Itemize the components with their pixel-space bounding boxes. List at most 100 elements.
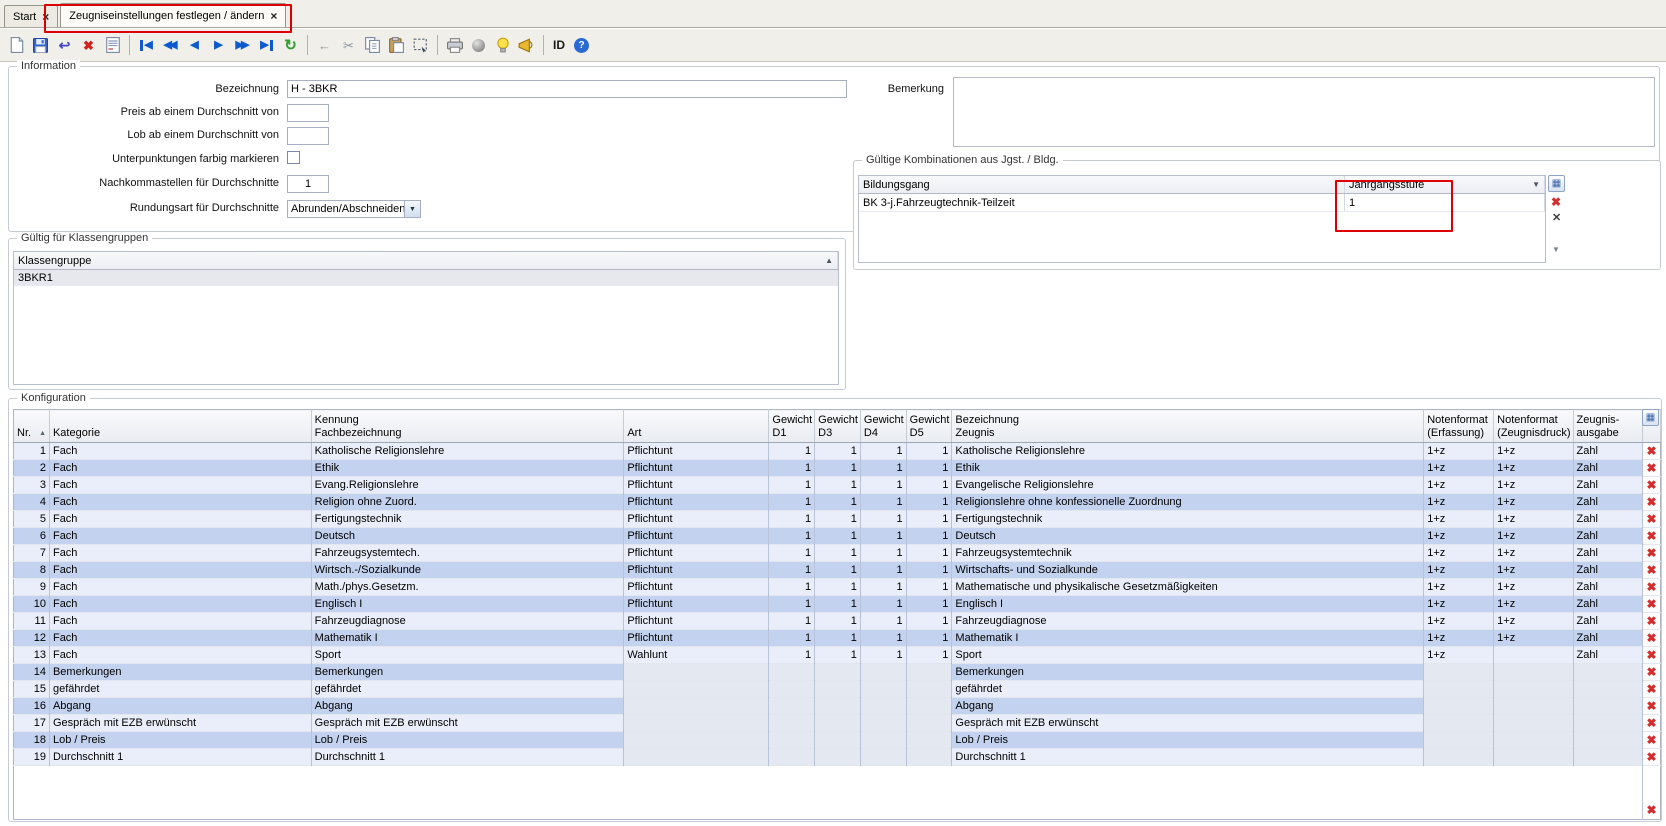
config-cell[interactable]: 1 <box>769 647 815 664</box>
config-cell[interactable]: 1 <box>906 477 952 494</box>
column-header-nr[interactable]: Nr.▲ <box>14 410 50 443</box>
delete-row-icon[interactable]: ✖ <box>1551 196 1561 208</box>
nav-fast-back-icon[interactable]: ◀◀ <box>159 34 182 57</box>
config-cell[interactable]: Pflichtunt <box>624 477 769 494</box>
config-cell[interactable]: 3 <box>14 477 50 494</box>
config-cell[interactable] <box>906 664 952 681</box>
delete-row-icon[interactable]: ✖ <box>1647 803 1657 817</box>
config-cell[interactable] <box>1494 715 1573 732</box>
config-cell[interactable]: Bemerkungen <box>49 664 311 681</box>
column-header-kennung[interactable]: KennungFachbezeichnung <box>311 410 624 443</box>
kombinationen-row[interactable]: BK 3-j.Fahrzeugtechnik-Teilzeit 1 <box>859 194 1545 212</box>
delete-row-icon[interactable]: ✖ <box>1647 682 1657 696</box>
config-cell[interactable] <box>860 715 906 732</box>
config-cell[interactable]: Wirtschafts- und Sozialkunde <box>952 562 1424 579</box>
config-cell[interactable]: 1+z <box>1424 630 1494 647</box>
config-cell[interactable]: Math./phys.Gesetzm. <box>311 579 624 596</box>
config-cell[interactable]: Durchschnitt 1 <box>49 749 311 766</box>
config-cell[interactable]: Wahlunt <box>624 647 769 664</box>
config-cell[interactable]: Abgang <box>952 698 1424 715</box>
config-row[interactable]: 5FachFertigungstechnikPflichtunt1111Fert… <box>14 511 1661 528</box>
sphere-icon[interactable] <box>467 34 490 57</box>
config-row[interactable]: 19Durchschnitt 1Durchschnitt 1Durchschni… <box>14 749 1661 766</box>
config-cell[interactable]: Fach <box>49 596 311 613</box>
config-cell[interactable]: Fach <box>49 511 311 528</box>
bulb-icon[interactable] <box>491 34 514 57</box>
config-cell[interactable]: 1 <box>860 579 906 596</box>
config-cell[interactable]: gefährdet <box>311 681 624 698</box>
delete-row-icon[interactable]: ✖ <box>1647 750 1657 764</box>
config-cell[interactable]: 1+z <box>1494 494 1573 511</box>
config-cell[interactable]: 1 <box>815 460 861 477</box>
config-row[interactable]: 13FachSportWahlunt1111Sport1+zZahl✖ <box>14 647 1661 664</box>
config-cell[interactable]: Zahl <box>1573 647 1643 664</box>
config-cell[interactable]: Fach <box>49 613 311 630</box>
config-cell[interactable]: Lob / Preis <box>49 732 311 749</box>
config-cell[interactable] <box>906 749 952 766</box>
config-cell[interactable]: Mathematische und physikalische Gesetzmä… <box>952 579 1424 596</box>
bemerkung-textarea[interactable] <box>953 77 1655 147</box>
config-cell[interactable]: Zahl <box>1573 477 1643 494</box>
config-cell[interactable]: Zahl <box>1573 579 1643 596</box>
config-cell[interactable]: Fach <box>49 460 311 477</box>
config-cell[interactable]: 1 <box>906 596 952 613</box>
config-row[interactable]: 16AbgangAbgangAbgang✖ <box>14 698 1661 715</box>
config-cell[interactable] <box>624 749 769 766</box>
config-cell[interactable]: 1+z <box>1424 562 1494 579</box>
column-header-kategorie[interactable]: Kategorie <box>49 410 311 443</box>
config-cell[interactable]: 1+z <box>1494 528 1573 545</box>
paste-icon[interactable] <box>385 34 408 57</box>
config-cell[interactable]: 2 <box>14 460 50 477</box>
config-cell[interactable] <box>1573 664 1643 681</box>
config-cell[interactable]: 1 <box>815 613 861 630</box>
config-cell[interactable]: 1+z <box>1424 613 1494 630</box>
config-cell[interactable] <box>1573 681 1643 698</box>
config-cell[interactable]: Lob / Preis <box>952 732 1424 749</box>
config-cell[interactable] <box>769 715 815 732</box>
config-cell[interactable] <box>1424 715 1494 732</box>
klassengruppe-cell[interactable]: 3BKR1 <box>14 270 838 285</box>
config-cell[interactable] <box>860 732 906 749</box>
config-cell[interactable]: 1 <box>906 460 952 477</box>
delete-row-icon[interactable]: ✖ <box>1647 495 1657 509</box>
config-row[interactable]: 4FachReligion ohne Zuord.Pflichtunt1111R… <box>14 494 1661 511</box>
config-cell[interactable]: 8 <box>14 562 50 579</box>
config-cell[interactable]: Pflichtunt <box>624 494 769 511</box>
config-cell[interactable]: Fach <box>49 647 311 664</box>
preis-input[interactable] <box>287 104 329 122</box>
config-cell[interactable]: 1 <box>860 562 906 579</box>
config-row[interactable]: 9FachMath./phys.Gesetzm.Pflichtunt1111Ma… <box>14 579 1661 596</box>
config-cell[interactable]: 1 <box>815 477 861 494</box>
config-cell[interactable] <box>1494 664 1573 681</box>
config-cell[interactable]: Fahrzeugdiagnose <box>952 613 1424 630</box>
config-cell[interactable]: Pflichtunt <box>624 562 769 579</box>
save-icon[interactable] <box>29 34 52 57</box>
delete-record-icon[interactable]: ✖ <box>77 34 100 57</box>
new-record-icon[interactable] <box>5 34 28 57</box>
config-cell[interactable]: 1+z <box>1494 511 1573 528</box>
config-cell[interactable]: Pflichtunt <box>624 579 769 596</box>
help-icon[interactable]: ? <box>570 34 593 57</box>
config-cell[interactable]: 1 <box>769 545 815 562</box>
config-cell[interactable] <box>860 681 906 698</box>
config-cell[interactable]: 9 <box>14 579 50 596</box>
config-cell[interactable]: Zahl <box>1573 562 1643 579</box>
config-cell[interactable]: 1 <box>815 443 861 460</box>
config-cell[interactable]: 1 <box>769 579 815 596</box>
nav-last-icon[interactable]: ▶ <box>255 34 278 57</box>
delete-row-icon[interactable]: ✖ <box>1647 529 1657 543</box>
config-cell[interactable]: Abgang <box>311 698 624 715</box>
config-cell[interactable]: 1 <box>860 596 906 613</box>
config-cell[interactable]: Fach <box>49 477 311 494</box>
column-header-gewicht-d3[interactable]: GewichtD3 <box>815 410 861 443</box>
config-cell[interactable] <box>860 698 906 715</box>
config-cell[interactable]: Ethik <box>311 460 624 477</box>
config-row[interactable]: 2FachEthikPflichtunt1111Ethik1+z1+zZahl✖ <box>14 460 1661 477</box>
config-cell[interactable]: 15 <box>14 681 50 698</box>
delete-row-icon[interactable]: ✖ <box>1647 597 1657 611</box>
config-cell[interactable]: 1+z <box>1494 596 1573 613</box>
config-cell[interactable]: 1 <box>906 562 952 579</box>
config-row[interactable]: 17Gespräch mit EZB erwünschtGespräch mit… <box>14 715 1661 732</box>
config-cell[interactable]: 4 <box>14 494 50 511</box>
config-cell[interactable]: Pflichtunt <box>624 596 769 613</box>
